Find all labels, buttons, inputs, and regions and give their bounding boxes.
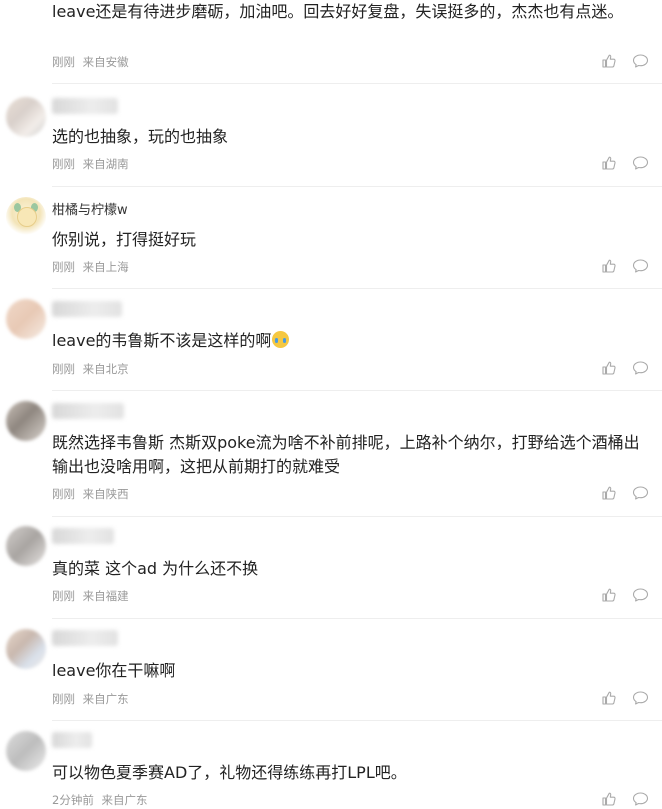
reply-button[interactable]: [632, 690, 650, 708]
speech-bubble-icon: [632, 792, 649, 806]
thumbs-up-icon: [602, 361, 616, 375]
comment-location: 来自湖南: [82, 157, 129, 171]
comment-time: 刚刚: [52, 260, 75, 274]
speech-bubble-icon: [632, 156, 649, 170]
thumbs-up-icon: [602, 156, 616, 170]
comment-location: 来自福建: [82, 589, 129, 603]
comment-location: 来自北京: [82, 362, 129, 376]
like-button[interactable]: [601, 485, 619, 503]
avatar[interactable]: [6, 731, 46, 771]
thumbs-up-icon: [602, 691, 616, 705]
reply-button[interactable]: [632, 360, 650, 378]
like-button[interactable]: [601, 360, 619, 378]
comment-text: leave你在干嘛啊: [52, 661, 176, 680]
comment-text-body: leave的韦鲁斯不该是这样的啊: [52, 331, 272, 350]
thumbs-up-icon: [602, 259, 616, 273]
comment-item: 柑橘与柠檬w 你别说，打得挺好玩 刚刚 来自上海: [0, 187, 662, 289]
comment-location: 来自广东: [101, 793, 148, 807]
comment-time: 刚刚: [52, 692, 75, 706]
comment-meta: 刚刚 来自湖南: [52, 157, 129, 171]
avatar[interactable]: [6, 97, 46, 137]
username[interactable]: 柑橘与柠檬w: [52, 202, 128, 220]
username[interactable]: [52, 732, 92, 748]
comment-text: leave的韦鲁斯不该是这样的啊: [52, 329, 648, 353]
reply-button[interactable]: [632, 587, 650, 605]
comment-time: 刚刚: [52, 487, 75, 501]
thumbs-up-icon: [602, 588, 616, 602]
like-button[interactable]: [601, 155, 619, 173]
avatar[interactable]: [6, 401, 46, 441]
avatar[interactable]: [6, 629, 46, 669]
username[interactable]: [52, 630, 118, 646]
comment-meta: 刚刚 来自上海: [52, 260, 129, 274]
thumbs-up-icon: [602, 54, 616, 68]
avatar[interactable]: [6, 526, 46, 566]
avatar[interactable]: [6, 299, 46, 339]
comment-meta: 刚刚 来自安徽: [52, 55, 129, 69]
comment-location: 来自广东: [82, 692, 129, 706]
speech-bubble-icon: [632, 486, 649, 500]
comment-text: 真的菜 这个ad 为什么还不换: [52, 559, 259, 578]
like-button[interactable]: [601, 690, 619, 708]
speech-bubble-icon: [632, 691, 649, 705]
comment-meta: 刚刚 来自陕西: [52, 487, 129, 501]
comment-text: 选的也抽象，玩的也抽象: [52, 127, 229, 146]
like-button[interactable]: [601, 587, 619, 605]
comment-time: 刚刚: [52, 589, 75, 603]
reply-button[interactable]: [632, 53, 650, 71]
reply-button[interactable]: [632, 258, 650, 276]
comment-time: 刚刚: [52, 362, 75, 376]
comment-item: 可以物色夏季赛AD了，礼物还得练练再打LPL吧。 2分钟前 来自广东: [0, 721, 662, 808]
speech-bubble-icon: [632, 54, 649, 68]
username[interactable]: [52, 403, 124, 419]
comment-text: 可以物色夏季赛AD了，礼物还得练练再打LPL吧。: [52, 763, 407, 782]
comment-meta: 刚刚 来自福建: [52, 589, 129, 603]
comment-text: 既然选择韦鲁斯 杰斯双poke流为啥不补前排呢，上路补个纳尔，打野给选个酒桶出输…: [52, 433, 640, 476]
comment-item: leave的韦鲁斯不该是这样的啊 刚刚 来自北京: [0, 289, 662, 391]
like-button[interactable]: [601, 53, 619, 71]
comment-meta: 刚刚 来自北京: [52, 362, 129, 376]
speech-bubble-icon: [632, 259, 649, 273]
speech-bubble-icon: [632, 588, 649, 602]
comment-meta: 刚刚 来自广东: [52, 692, 129, 706]
username[interactable]: [52, 301, 122, 317]
comment-time: 2分钟前: [52, 793, 94, 807]
comment-item: 既然选择韦鲁斯 杰斯双poke流为啥不补前排呢，上路补个纳尔，打野给选个酒桶出输…: [0, 391, 662, 517]
thumbs-up-icon: [602, 792, 616, 806]
comment-item: leave还是有待进步磨砺，加油吧。回去好好复盘，失误挺多的，杰杰也有点迷。 刚…: [0, 0, 662, 84]
comment-meta: 2分钟前 来自广东: [52, 793, 147, 807]
comment-location: 来自上海: [82, 260, 129, 274]
comment-time: 刚刚: [52, 157, 75, 171]
reply-button[interactable]: [632, 485, 650, 503]
thumbs-up-icon: [602, 486, 616, 500]
crying-emoji-icon: [272, 331, 290, 348]
comment-location: 来自安徽: [82, 55, 129, 69]
speech-bubble-icon: [632, 361, 649, 375]
comment-text: leave还是有待进步磨砺，加油吧。回去好好复盘，失误挺多的，杰杰也有点迷。: [52, 2, 624, 21]
like-button[interactable]: [601, 791, 619, 809]
username[interactable]: [52, 98, 118, 114]
comment-time: 刚刚: [52, 55, 75, 69]
reply-button[interactable]: [632, 791, 650, 809]
avatar[interactable]: [6, 197, 46, 237]
username[interactable]: [52, 528, 114, 544]
comment-location: 来自陕西: [82, 487, 129, 501]
comment-item: 真的菜 这个ad 为什么还不换 刚刚 来自福建: [0, 517, 662, 619]
comment-item: leave你在干嘛啊 刚刚 来自广东: [0, 619, 662, 721]
comment-text: 你别说，打得挺好玩: [52, 230, 197, 249]
like-button[interactable]: [601, 258, 619, 276]
reply-button[interactable]: [632, 155, 650, 173]
comment-item: 选的也抽象，玩的也抽象 刚刚 来自湖南: [0, 84, 662, 187]
